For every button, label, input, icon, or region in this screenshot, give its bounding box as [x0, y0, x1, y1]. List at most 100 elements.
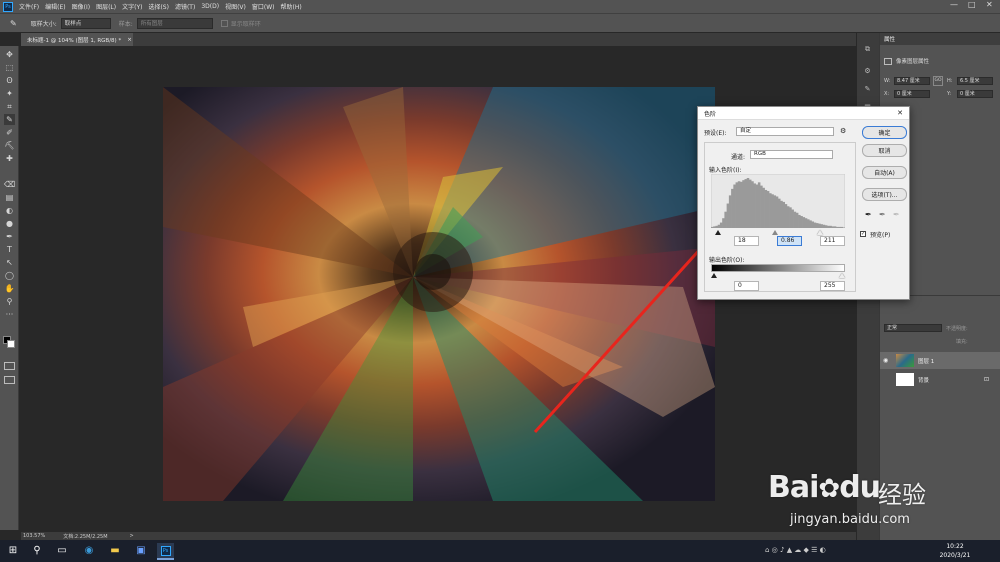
histogram-bar — [786, 206, 790, 228]
preset-settings-icon[interactable]: ⚙ — [840, 127, 846, 135]
histogram-bar — [836, 226, 839, 228]
channel-select[interactable]: RGB — [750, 150, 833, 159]
adjust-icon[interactable]: ⚙ — [862, 67, 873, 77]
histogram-bar — [840, 226, 844, 228]
histogram-bar — [726, 203, 730, 228]
photoshop-taskbar-icon: Ps — [160, 546, 171, 556]
histogram-bar — [742, 180, 745, 228]
width-field[interactable]: 8.47 厘米 — [894, 77, 930, 85]
levels-dialog: 色阶 ✕ 预设(E): 自定 ⚙ 通道: RGB 输入色阶(I): 18 0.8… — [697, 106, 910, 300]
histogram-bar — [755, 184, 759, 228]
preview-label: 预览(P) — [870, 232, 891, 239]
properties-tab[interactable]: 属性 — [880, 33, 1000, 45]
cancel-button[interactable]: 取消 — [862, 144, 907, 157]
input-white-field[interactable]: 211 — [820, 236, 845, 246]
browser-icon[interactable]: ◉ — [83, 545, 95, 557]
properties-tab-label: 属性 — [884, 37, 896, 43]
visibility-eye-icon[interactable]: ◉ — [883, 357, 893, 364]
histogram-bar — [782, 201, 785, 228]
histogram-bar — [793, 211, 797, 228]
w-label: W: — [884, 78, 891, 84]
histogram-bar — [775, 196, 779, 228]
histogram-bar — [780, 200, 783, 228]
preset-select[interactable]: 自定 — [736, 127, 834, 136]
x-field[interactable]: 0 厘米 — [894, 90, 930, 98]
fill-label: 填充: — [956, 339, 968, 345]
link-dimensions-icon[interactable]: GO — [933, 76, 943, 86]
properties-header: 像素图层属性 — [884, 57, 929, 65]
histogram-bar — [798, 214, 801, 228]
layer-name: 图层 1 — [918, 358, 935, 365]
histogram-bar — [717, 224, 721, 228]
histogram-bar — [824, 225, 828, 228]
blend-mode-select[interactable]: 正常 — [884, 324, 942, 332]
output-black-handle[interactable] — [711, 273, 717, 278]
auto-button[interactable]: 自动(A) — [862, 166, 907, 179]
gray-eyedropper-icon[interactable]: ✒ — [879, 210, 886, 219]
input-black-field[interactable]: 18 — [734, 236, 759, 246]
histogram-bar — [811, 221, 815, 228]
channel-label: 通道: — [731, 154, 746, 161]
options-button[interactable]: 选项(T)... — [862, 188, 907, 201]
histogram-bar — [746, 178, 750, 228]
histogram-bar — [722, 218, 725, 228]
taskbar-date[interactable]: 2020/3/21 — [930, 552, 980, 559]
histogram-bar — [753, 183, 756, 228]
status-menu-arrow[interactable]: > — [130, 533, 134, 539]
tray-icons[interactable]: ⌂ ◎ ♪ ▲ ☁ ◆ ☰ ◐ — [765, 546, 826, 554]
ok-button[interactable]: 确定 — [862, 126, 907, 139]
histogram-bar — [829, 225, 832, 228]
histogram-bar — [766, 191, 770, 228]
properties-header-label: 像素图层属性 — [896, 59, 930, 65]
histogram-bar — [818, 223, 821, 228]
search-icon[interactable]: ⚲ — [31, 545, 43, 557]
opacity-label: 不透明度: — [946, 326, 968, 332]
histogram-bar — [804, 218, 808, 228]
histogram-bar — [791, 209, 794, 228]
histogram-bar — [809, 220, 812, 228]
history-icon[interactable]: ⧉ — [862, 45, 873, 55]
brush-settings-icon[interactable]: ✎ — [862, 85, 873, 95]
output-black-field[interactable]: 0 — [734, 281, 759, 291]
histogram-bar — [822, 224, 826, 228]
histogram-bar — [715, 225, 718, 228]
histogram-bar — [760, 185, 763, 228]
layer-name-background: 背景 — [918, 377, 930, 384]
output-white-field[interactable]: 255 — [820, 281, 845, 291]
white-eyedropper-icon[interactable]: ✒ — [893, 210, 900, 219]
histogram-bar — [831, 226, 835, 228]
input-gamma-field[interactable]: 0.86 — [777, 236, 802, 246]
histogram-bar — [800, 216, 803, 228]
output-white-handle[interactable] — [839, 273, 845, 278]
windows-taskbar — [0, 540, 1000, 562]
layer-lock-icon: ⊡ — [983, 376, 989, 383]
watermark-cn: 经验 — [878, 481, 926, 509]
histogram-bar — [724, 211, 727, 228]
input-gamma-handle[interactable] — [772, 230, 778, 235]
layer-row-layer1[interactable]: ◉ 图层 1 — [880, 352, 1000, 369]
input-white-handle[interactable] — [817, 230, 823, 235]
height-field[interactable]: 6.5 厘米 — [957, 77, 993, 85]
status-bar: 103.57% 文档:2.25M/2.25M > — [21, 532, 856, 540]
watermark-brand: Bai — [768, 470, 819, 505]
histogram-bar — [807, 219, 810, 228]
input-black-handle[interactable] — [715, 230, 721, 235]
histogram-bar — [820, 224, 823, 228]
histogram-bar — [842, 227, 845, 228]
zoom-level[interactable]: 103.57% — [23, 533, 45, 539]
output-slider-track[interactable] — [711, 273, 845, 279]
windows-start-icon[interactable]: ⊞ — [7, 545, 19, 557]
layer-row-background[interactable]: 背景 ⊡ — [880, 371, 1000, 388]
histogram-bar — [740, 181, 743, 228]
app-icon[interactable]: ▣ — [135, 545, 147, 557]
black-eyedropper-icon[interactable]: ✒ — [865, 210, 872, 219]
photoshop-taskbar-button[interactable]: Ps — [157, 543, 174, 560]
task-view-icon[interactable]: ▭ — [56, 545, 68, 557]
taskbar-time[interactable]: 10:22 — [935, 543, 975, 550]
file-explorer-icon[interactable]: ▬ — [109, 545, 121, 557]
watermark-url: jingyan.baidu.com — [790, 512, 910, 527]
dialog-close-icon[interactable]: ✕ — [897, 109, 903, 117]
preview-checkbox[interactable]: ✓ — [860, 231, 866, 237]
y-field[interactable]: 0 厘米 — [957, 90, 993, 98]
histogram-bar — [762, 187, 765, 228]
